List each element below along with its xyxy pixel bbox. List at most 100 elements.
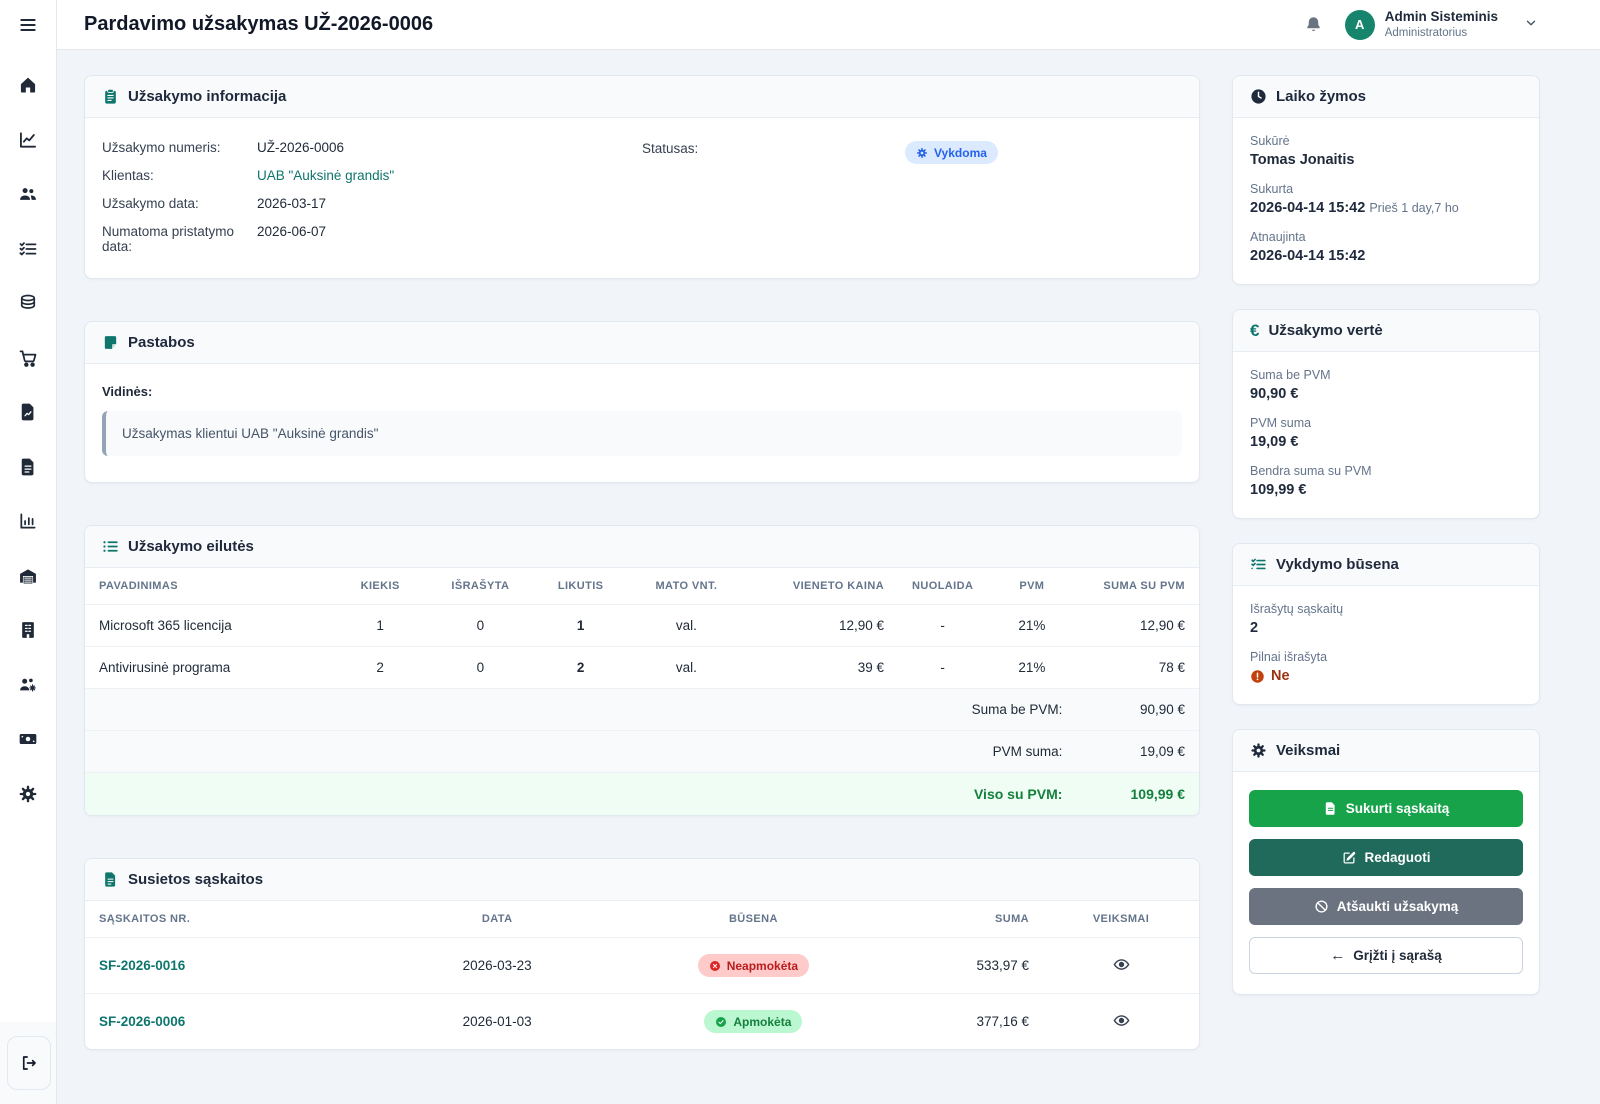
card-title: Susietos sąskaitos [128, 871, 264, 888]
sidebar-item-products[interactable] [0, 276, 57, 331]
clock-icon [1251, 89, 1266, 104]
view-invoice-button[interactable] [1113, 1012, 1130, 1029]
sidebar-item-finance[interactable] [0, 712, 57, 767]
file-text-icon [21, 458, 34, 476]
home-icon [20, 77, 36, 93]
card-title: Užsakymo eilutės [128, 538, 254, 555]
sidebar-item-purchases[interactable] [0, 331, 57, 386]
card-title: Vykdymo būsena [1276, 556, 1399, 573]
topbar: Pardavimo užsakymas UŽ-2026-0006 A Admin… [57, 0, 1600, 50]
checklist-icon [1251, 558, 1266, 570]
card-title: Užsakymo informacija [128, 88, 287, 105]
order-lines-card: Užsakymo eilutės Pavadinimas Kiekis Išra… [84, 525, 1200, 816]
table-row: Antivirusinė programa 2 0 2 val. 39 € - … [85, 646, 1199, 689]
sidebar-item-documents[interactable] [0, 440, 57, 495]
invoice-status-badge: Apmokėta [704, 1010, 803, 1033]
warehouse-icon [20, 569, 36, 584]
logout-icon [22, 1056, 36, 1070]
notes-card: Pastabos Vidinės: Užsakymas klientui UAB… [84, 321, 1200, 483]
total-with-vat: Bendra suma su PVM 109,99 € [1250, 464, 1372, 498]
client-link[interactable]: UAB "Auksinė grandis" [257, 168, 394, 183]
execution-status-card: Vykdymo būsena Išrašytų sąskaitų 2 Pilna… [1232, 543, 1540, 705]
euro-icon: € [1250, 321, 1260, 340]
edit-button[interactable]: Redaguoti [1249, 839, 1523, 876]
note-icon [104, 336, 117, 349]
invoices-issued: Išrašytų sąskaitų 2 [1250, 602, 1344, 636]
table-header-row: Pavadinimas Kiekis Išrašyta Likutis Mato… [99, 580, 1185, 592]
avatar: A [1344, 9, 1375, 40]
grand-total-row: Viso su PVM: 109,99 € [85, 772, 1199, 815]
linked-invoices-card: Susietos sąskaitos Sąskaitos nr. Data Bū… [84, 858, 1200, 1050]
invoice-status-badge: Neapmokėta [697, 954, 810, 977]
field-client: Klientas: UAB "Auksinė grandis" [102, 168, 395, 183]
actions-card: Veiksmai Sukurti sąskaitą Redaguoti Atša… [1232, 729, 1540, 995]
order-lines-table: Pavadinimas Kiekis Išrašyta Likutis Mato… [85, 568, 1199, 815]
note-text: Užsakymas klientui UAB "Auksinė grandis" [102, 411, 1182, 456]
analytics-icon [20, 132, 36, 148]
clients-icon [20, 188, 36, 201]
table-header-row: Sąskaitos nr. Data Būsena Suma Veiksmai [99, 913, 1150, 925]
page-title: Pardavimo užsakymas UŽ-2026-0006 [84, 13, 434, 35]
banknote-icon [19, 734, 37, 745]
user-name: Admin Sisteminis [1384, 8, 1498, 24]
notifications-button[interactable] [1304, 15, 1323, 34]
sidebar-item-hr[interactable] [0, 658, 57, 713]
orders-checklist-icon [19, 241, 37, 256]
list-icon [103, 541, 118, 552]
file-chart-icon [21, 403, 34, 421]
order-value-card: € Užsakymo vertė Suma be PVM 90,90 € PVM… [1232, 309, 1540, 519]
sidebar-item-report-file[interactable] [0, 385, 57, 440]
sidebar [0, 0, 57, 1104]
internal-notes-label: Vidinės: [102, 384, 153, 399]
gear-badge-icon [917, 147, 927, 158]
created-by: Sukūrė Tomas Jonaitis [1250, 134, 1355, 168]
sidebar-item-company[interactable] [0, 603, 57, 658]
status-label: Statusas: [642, 141, 699, 156]
field-order-date: Užsakymo data: 2026-03-17 [102, 196, 327, 211]
created-ago: Prieš 1 day,7 ho [1369, 201, 1459, 215]
card-title: Veiksmai [1276, 742, 1341, 759]
gear-icon [1251, 743, 1266, 758]
create-invoice-button[interactable]: Sukurti sąskaitą [1249, 790, 1523, 827]
user-menu[interactable]: A Admin Sisteminis Administratorius [1344, 8, 1538, 40]
field-delivery-date: Numatoma pristatymo data: 2026-06-07 [102, 224, 327, 254]
invoice-row: SF-2026-0016 2026-03-23 Neapmokėta 533,9… [85, 937, 1199, 994]
x-circle-icon [709, 960, 720, 971]
sidebar-item-home[interactable] [0, 58, 57, 113]
exclamation-circle-icon [1251, 669, 1264, 683]
invoice-icon [1325, 802, 1335, 815]
field-order-number: Užsakymo numeris: UŽ-2026-0006 [102, 140, 345, 155]
logout-button[interactable] [7, 1036, 51, 1090]
check-circle-icon [716, 1016, 727, 1027]
cart-icon [19, 350, 37, 367]
sidebar-item-reports[interactable] [0, 494, 57, 549]
table-row: Microsoft 365 licencija 1 0 1 val. 12,90… [85, 604, 1199, 647]
user-role: Administratorius [1384, 26, 1468, 39]
bell-icon [1306, 17, 1320, 32]
sidebar-item-clients[interactable] [0, 167, 57, 222]
arrow-left-icon: ← [1330, 947, 1346, 964]
eye-icon [1113, 958, 1129, 970]
ban-icon [1315, 900, 1328, 913]
content: Užsakymo informacija Užsakymo numeris: U… [57, 50, 1600, 1104]
invoice-link[interactable]: SF-2026-0016 [99, 958, 185, 973]
status-badge: Vykdoma [905, 141, 998, 164]
timestamps-card: Laiko žymos Sukūrė Tomas Jonaitis Sukurt… [1232, 75, 1540, 285]
sidebar-item-warehouse[interactable] [0, 549, 57, 604]
sidebar-item-settings[interactable] [0, 767, 57, 822]
invoice-link[interactable]: SF-2026-0006 [99, 1014, 185, 1029]
fully-invoiced: Pilnai išrašyta Ne [1250, 650, 1328, 684]
invoice-row: SF-2026-0006 2026-01-03 Apmokėta 377,16 … [85, 993, 1199, 1049]
sidebar-footer [0, 1022, 56, 1104]
back-to-list-button[interactable]: ← Grįžti į sąrašą [1249, 937, 1523, 974]
vat-sum: PVM suma 19,09 € [1250, 416, 1312, 450]
eye-icon [1113, 1014, 1129, 1026]
sidebar-item-orders[interactable] [0, 222, 57, 277]
cancel-order-button[interactable]: Atšaukti užsakymą [1249, 888, 1523, 925]
invoice-icon [105, 872, 116, 887]
view-invoice-button[interactable] [1113, 956, 1130, 973]
app-root: Pardavimo užsakymas UŽ-2026-0006 A Admin… [0, 0, 1600, 1104]
hamburger-menu-button[interactable] [0, 0, 56, 52]
sidebar-item-analytics[interactable] [0, 113, 57, 168]
edit-icon [1343, 851, 1355, 864]
